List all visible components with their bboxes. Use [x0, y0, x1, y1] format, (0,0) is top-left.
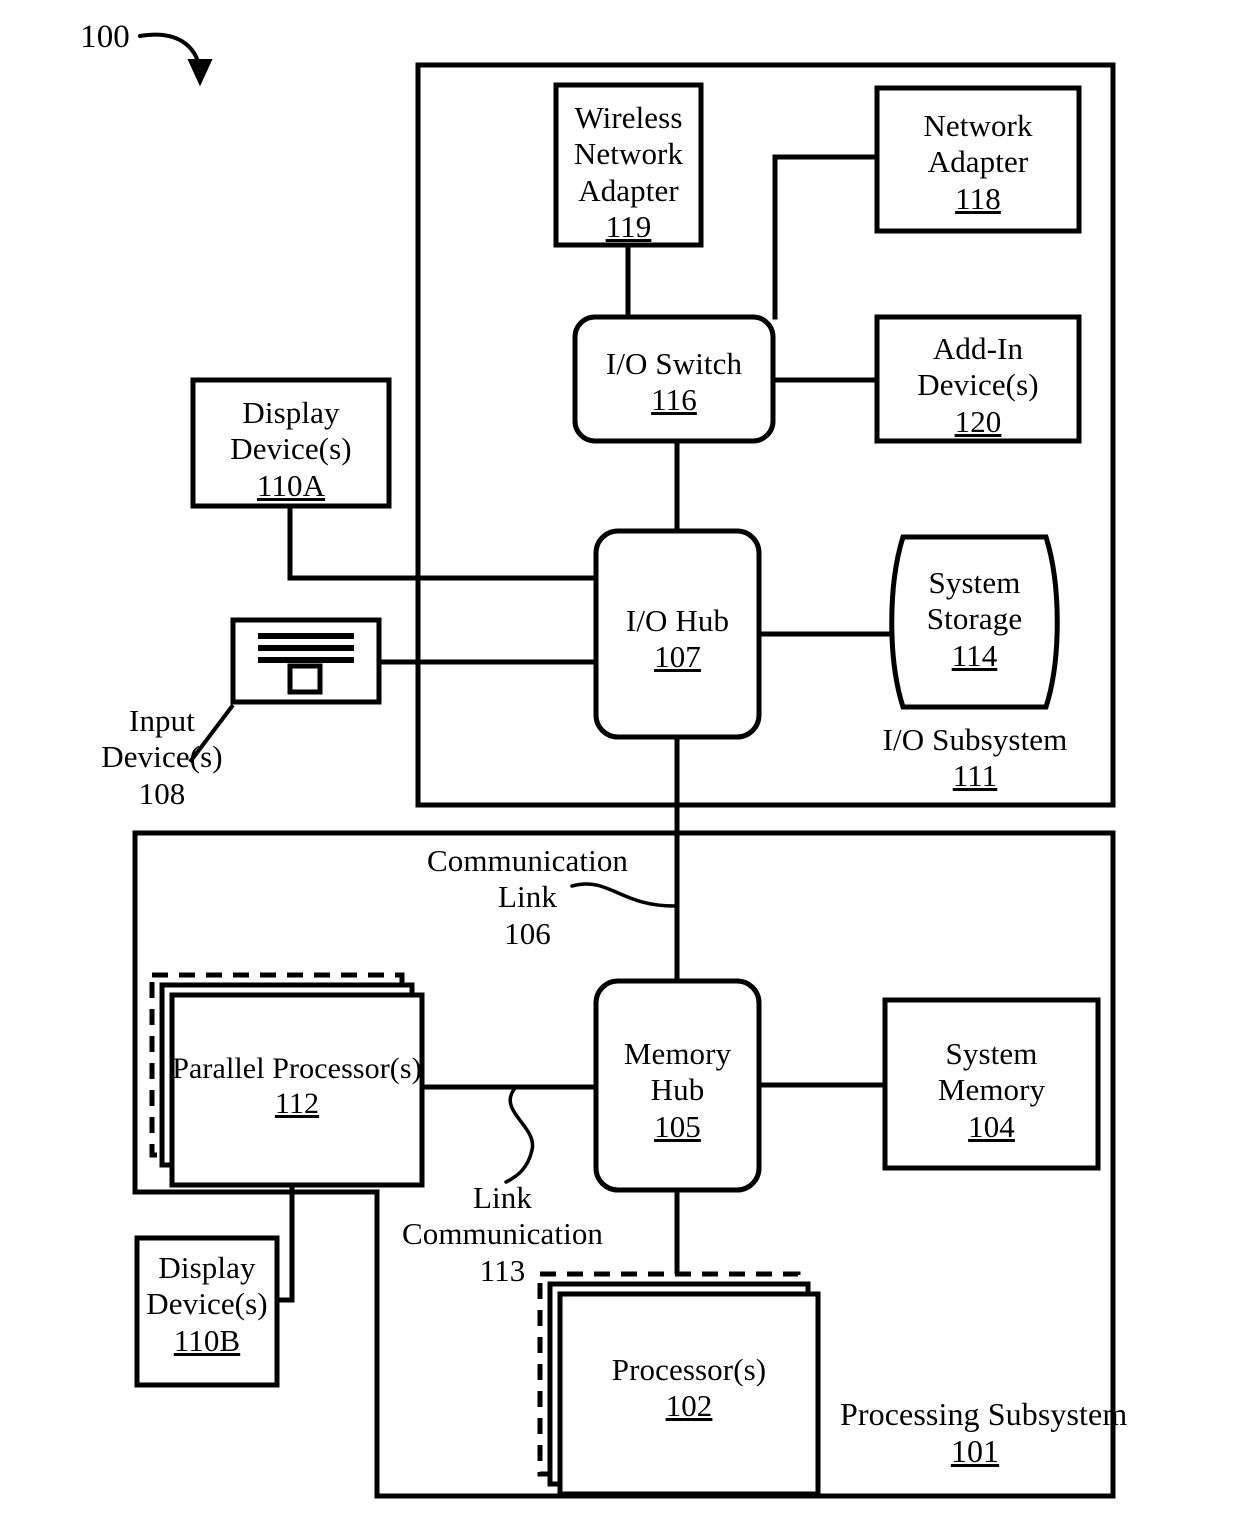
ref-102: 102	[665, 1388, 713, 1424]
ref-116: 116	[651, 382, 697, 418]
ref-108: 108	[138, 775, 186, 811]
input-device-keyboard-icon[interactable]	[230, 617, 382, 705]
label-system-storage: System Storage 114	[903, 565, 1046, 674]
label-io-hub: I/O Hub 107	[596, 603, 759, 676]
label-network-adapter: Network Adapter 118	[877, 108, 1079, 217]
label-add-in-device: Add-In Device(s) 120	[877, 331, 1079, 440]
ref-106: 106	[504, 915, 551, 951]
label-parallel-processors: Parallel Processor(s) 112	[172, 1052, 422, 1121]
label-display-device-a: Display Device(s) 110A	[193, 395, 389, 504]
label-communication-link-106: Communication Link 106	[410, 843, 645, 952]
ref-107: 107	[654, 639, 701, 675]
label-display-device-b: Display Device(s) 110B	[135, 1250, 279, 1359]
ref-111: 111	[952, 758, 998, 794]
label-processing-subsystem: Processing Subsystem 101	[840, 1396, 1128, 1470]
ref-118: 118	[955, 180, 1001, 216]
ref-119: 119	[605, 208, 652, 244]
ref-110B: 110B	[173, 1322, 241, 1358]
label-wireless-network-adapter: Wireless Network Adapter 119	[556, 100, 701, 245]
label-io-subsystem: I/O Subsystem 111	[855, 722, 1095, 795]
ref-105: 105	[654, 1108, 701, 1144]
figure-ref-arrow	[138, 32, 213, 87]
figure-canvas: 100 Wireless Network Adapter 119 Network…	[0, 0, 1240, 1531]
ref-101: 101	[950, 1433, 1000, 1470]
label-system-memory: System Memory 104	[885, 1036, 1098, 1145]
label-link-communication-113: Link Communication 113	[385, 1180, 620, 1289]
label-processors: Processor(s) 102	[560, 1352, 818, 1425]
ref-114: 114	[951, 637, 998, 673]
figure-reference-number: 100	[80, 19, 130, 55]
ref-113: 113	[479, 1252, 526, 1288]
ref-110A: 110A	[256, 467, 326, 503]
link-communication-leader	[504, 1085, 535, 1184]
label-io-switch: I/O Switch 116	[575, 346, 773, 419]
label-input-device: Input Device(s) 108	[62, 703, 262, 812]
ref-112: 112	[274, 1087, 320, 1121]
ref-120: 120	[954, 403, 1002, 439]
ref-104: 104	[968, 1108, 1015, 1144]
label-memory-hub: Memory Hub 105	[596, 1036, 759, 1145]
